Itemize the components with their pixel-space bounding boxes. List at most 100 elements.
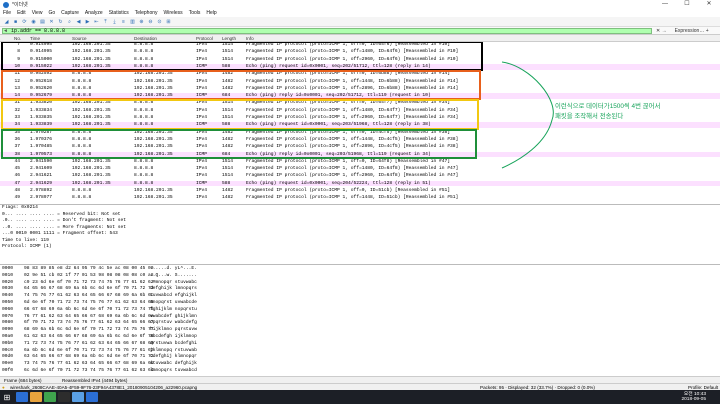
menu-item-analyze[interactable]: Analyze	[85, 10, 103, 16]
toolbar-icon-11[interactable]: ⤒	[102, 18, 109, 25]
menu-item-wireless[interactable]: Wireless	[164, 10, 183, 16]
packet-row[interactable]: 46 2.941621 192.168.201.35 8.8.8.8 IPv4 1514 F…	[0, 173, 720, 180]
packet-list-header: No. Time Source Destination Protocol Len…	[0, 35, 720, 42]
cell-len: 1514	[222, 173, 234, 179]
packet-row[interactable]: 44 2.941590 192.168.201.35 8.8.8.8 IPv4 1514 F…	[0, 158, 720, 165]
menu-item-go[interactable]: Go	[48, 10, 55, 16]
cell-no: 46	[14, 173, 20, 179]
packet-details[interactable]: Flags: 0x0214 0... .... .... .... = Rese…	[0, 204, 720, 264]
taskbar-app-icon[interactable]	[30, 392, 42, 402]
cell-proto: ICMP	[196, 180, 208, 186]
detail-line[interactable]: Protocol: ICMP (1)	[2, 244, 720, 251]
display-filter-input[interactable]: ◄ ip.addr == 8.8.8.8	[2, 27, 652, 34]
hex-off: 0040	[2, 293, 14, 299]
menu-item-statistics[interactable]: Statistics	[109, 10, 129, 16]
maximize-button[interactable]: ☐	[676, 0, 698, 9]
hex-bytes: 71 72 73 74 75 76 77 61 62 63 64 65 66 6…	[24, 340, 154, 346]
hex-ascii: abcdefgh ijklmnop	[150, 334, 197, 339]
packet-row[interactable]: 47 2.941629 192.168.201.35 8.8.8.8 ICMP 588 Ec…	[0, 180, 720, 187]
toolbar-icon-10[interactable]: ⇤	[93, 18, 100, 25]
cell-time: 2.941629	[30, 180, 53, 186]
hex-bytes: 6c 6d 6e 6f 70 71 72 73 74 75 76 77 61 6…	[24, 368, 154, 373]
hex-bytes: 73 74 75 76 77 61 62 63 64 65 66 67 68 6…	[24, 361, 154, 367]
toolbar-icon-3[interactable]: ◉	[30, 18, 37, 25]
toolbar-icon-0[interactable]: ◢	[3, 18, 10, 25]
clear-apply-icons[interactable]: ✕ →	[656, 28, 667, 34]
cell-no: 49	[14, 195, 20, 201]
toolbar-icon-9[interactable]: ▶	[84, 18, 91, 25]
toolbar-icon-1[interactable]: ■	[12, 18, 19, 25]
window-controls: — ☐ ✕	[654, 0, 720, 9]
cell-info: Fragmented IP protocol (proto=ICMP 1, of…	[246, 173, 459, 179]
windows-start-icon[interactable]: ⊞	[0, 390, 14, 404]
menu-item-edit[interactable]: Edit	[17, 10, 26, 16]
main-toolbar: ◢ ■ ⟳ ◉ ▤ ✕ ↻ ⌕ ◀ ▶ ⇤ ⤒ ⤓ ≡ ▥ ⊕ ⊖ ⊙ ⊞	[0, 17, 720, 27]
toolbar-icon-4[interactable]: ▤	[39, 18, 46, 25]
hex-bytes: 61 62 63 64 65 66 67 68 69 6a 6b 6c 6d 6…	[24, 334, 154, 339]
toolbar-icon-7[interactable]: ⌕	[66, 18, 73, 25]
col-no[interactable]: No.	[14, 35, 21, 42]
hex-off: 0000	[2, 266, 14, 271]
expression-button[interactable]: Expression… +	[675, 28, 709, 34]
menu-item-view[interactable]: View	[32, 10, 43, 16]
hex-ascii: fghijklm nopqrstu	[150, 306, 197, 312]
packet-list[interactable]: 7 0.914995 192.168.201.35 8.8.8.8 IPv4 1514 Fr…	[0, 42, 720, 204]
byte-tabs: Frame (684 bytes) Reassembled IPv4 (4494…	[0, 376, 720, 383]
toolbar-icon-8[interactable]: ◀	[75, 18, 82, 25]
cell-dst: 8.8.8.8	[134, 166, 154, 172]
menu-item-file[interactable]: File	[3, 10, 11, 16]
hex-off: 0060	[2, 306, 14, 312]
minimize-button[interactable]: —	[654, 0, 676, 9]
cell-info: Fragmented IP protocol (proto=ICMP 1, of…	[246, 158, 450, 164]
taskbar-clock[interactable]: 오전 10:43 2018-09-05	[681, 392, 706, 403]
taskbar-app-icon[interactable]	[16, 392, 28, 402]
taskbar-app-icon[interactable]	[86, 392, 98, 402]
col-length[interactable]: Length	[222, 35, 236, 42]
hex-ascii: defghijk lmnopqrs	[150, 286, 197, 292]
toolbar-icon-6[interactable]: ↻	[57, 18, 64, 25]
hex-bytes: 64 65 66 67 68 69 6a 6b 6c 6d 6e 6f 70 7…	[24, 286, 154, 292]
clock-date: 2018-09-05	[681, 397, 706, 402]
col-protocol[interactable]: Protocol	[196, 35, 213, 42]
close-button[interactable]: ✕	[698, 0, 720, 9]
packet-bytes[interactable]: 0000 98 83 89 85 e8 d2 64 95 79 4c 5e ac …	[0, 264, 720, 376]
cell-proto: IPv4	[196, 166, 208, 172]
taskbar-app-icon[interactable]	[72, 392, 84, 402]
toolbar-icon-12[interactable]: ⤓	[111, 18, 118, 25]
menu-item-help[interactable]: Help	[206, 10, 216, 16]
menu-bar: File Edit View Go Capture Analyze Statistics Te…	[0, 9, 720, 17]
menu-item-tools[interactable]: Tools	[189, 10, 201, 16]
toolbar-icon-2[interactable]: ⟳	[21, 18, 28, 25]
cell-len: 1514	[222, 158, 234, 164]
toolbar-icon-15[interactable]: ⊕	[138, 18, 145, 25]
toolbar-icon-16[interactable]: ⊖	[147, 18, 154, 25]
cell-time: 2.941609	[30, 166, 53, 172]
col-time[interactable]: Time	[30, 35, 40, 42]
taskbar-apps	[14, 392, 98, 402]
toolbar-icon-18[interactable]: ⊞	[165, 18, 172, 25]
taskbar-app-icon[interactable]	[44, 392, 56, 402]
packet-row[interactable]: 49 2.978977 8.8.8.8 192.168.201.35 IPv4 1482 F…	[0, 195, 720, 202]
taskbar-app-icon[interactable]	[58, 392, 70, 402]
toolbar-icon-17[interactable]: ⊙	[156, 18, 163, 25]
cell-dst: 192.168.201.35	[134, 188, 173, 193]
hex-off: 0090	[2, 327, 14, 333]
menu-item-telephony[interactable]: Telephony	[135, 10, 158, 16]
hex-bytes: 66 67 68 69 6a 6b 6c 6d 6e 6f 70 71 72 7…	[24, 306, 154, 312]
col-info[interactable]: Info	[246, 35, 254, 42]
cell-src: 8.8.8.8	[72, 195, 92, 201]
menu-item-capture[interactable]: Capture	[61, 10, 79, 16]
cell-src: 192.168.201.35	[72, 180, 111, 186]
packet-row[interactable]: 45 2.941609 192.168.201.35 8.8.8.8 IPv4 1514 F…	[0, 166, 720, 172]
packet-row[interactable]: 48 2.978892 8.8.8.8 192.168.201.35 IPv4 1482 F…	[0, 188, 720, 194]
hex-ascii: tuvwabcd efghijkl	[150, 293, 197, 299]
bookmark-icon[interactable]: ◄	[4, 28, 7, 34]
hex-ascii: opqrstuv wabcdefg	[150, 320, 197, 326]
hex-bytes: 6f 70 71 72 73 74 75 76 77 61 62 63 64 6…	[24, 320, 154, 326]
toolbar-icon-13[interactable]: ≡	[120, 18, 127, 25]
toolbar-icon-14[interactable]: ▥	[129, 18, 136, 25]
toolbar-icon-5[interactable]: ✕	[48, 18, 55, 25]
col-destination[interactable]: Destination	[134, 35, 157, 42]
cell-dst: 192.168.201.35	[134, 195, 173, 201]
col-source[interactable]: Source	[72, 35, 87, 42]
